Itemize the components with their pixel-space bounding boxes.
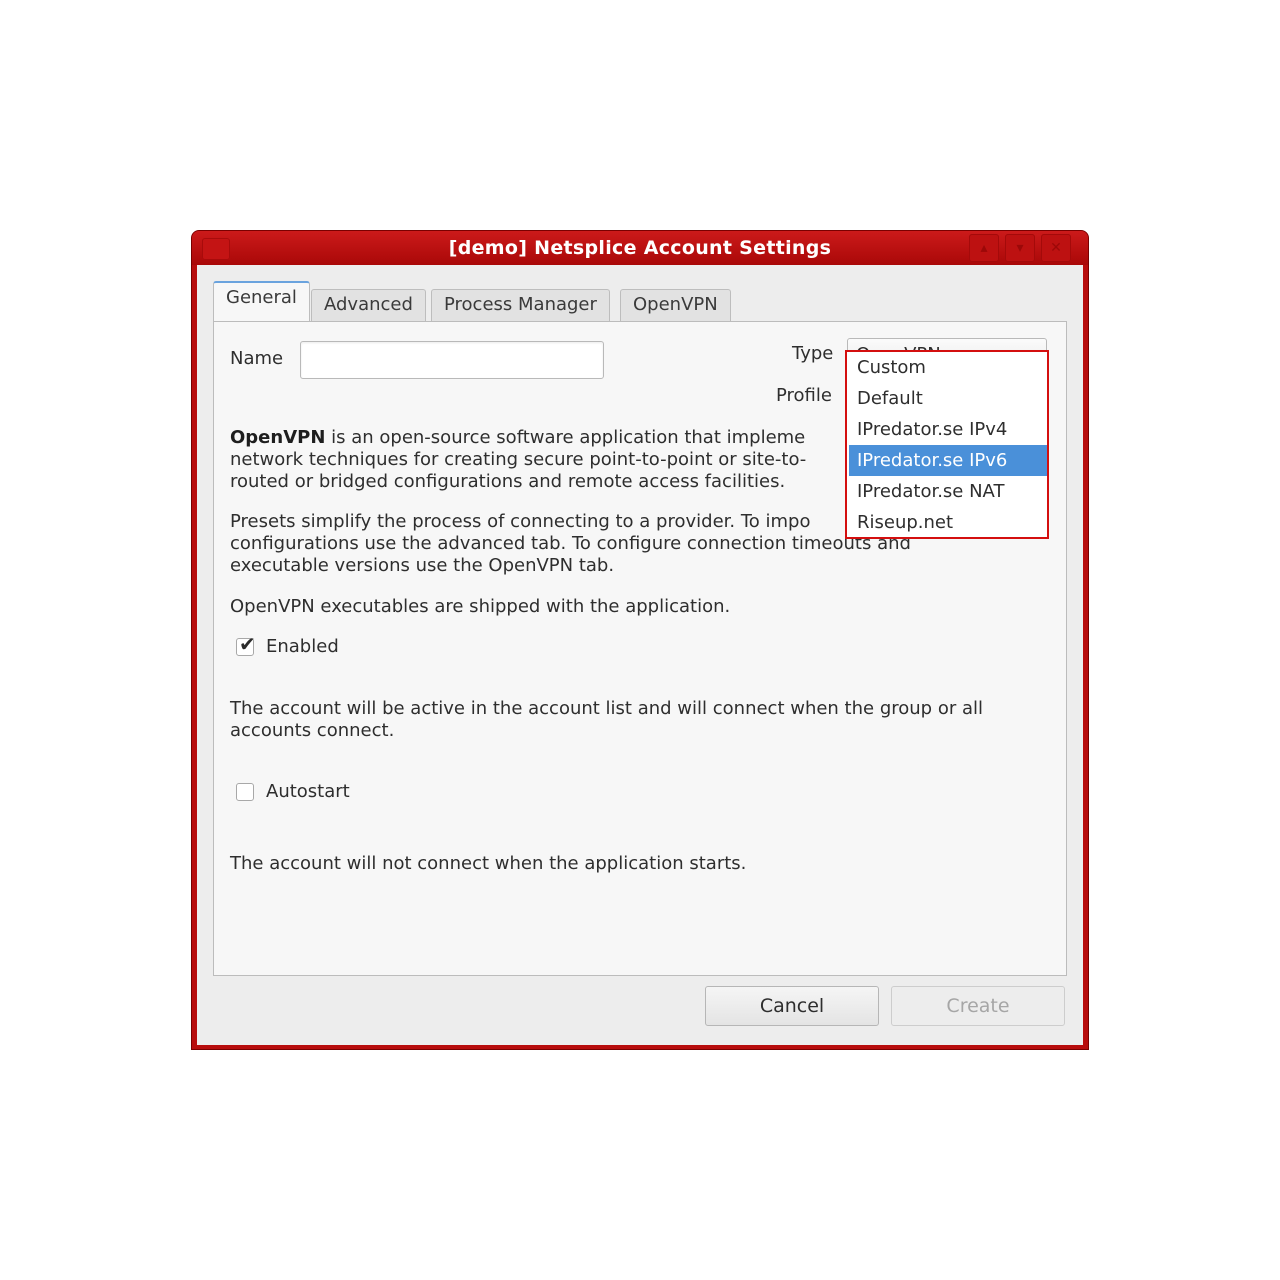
close-icon[interactable]: ✕	[1041, 234, 1071, 262]
title-bar[interactable]: [demo] Netsplice Account Settings ▴ ▾ ✕	[192, 231, 1088, 265]
enabled-checkbox[interactable]: ✔	[236, 633, 256, 656]
autostart-label[interactable]: Autostart	[266, 781, 350, 802]
tab-advanced[interactable]: Advanced	[311, 289, 426, 321]
minimize-icon[interactable]: ▴	[969, 234, 999, 262]
profile-option-custom[interactable]: Custom	[849, 352, 1047, 383]
profile-option-riseup[interactable]: Riseup.net	[849, 507, 1047, 538]
create-button[interactable]: Create	[891, 986, 1065, 1026]
profile-option-ipredator-ipv6[interactable]: IPredator.se IPv6	[849, 445, 1047, 476]
openvpn-bold-name: OpenVPN	[230, 427, 326, 448]
maximize-icon[interactable]: ▾	[1005, 234, 1035, 262]
name-label: Name	[230, 348, 284, 369]
type-label: Type	[792, 343, 834, 364]
profile-dropdown-list: Custom Default IPredator.se IPv4 IPredat…	[845, 350, 1049, 539]
profile-label: Profile	[776, 385, 832, 406]
profile-option-ipredator-ipv4[interactable]: IPredator.se IPv4	[849, 414, 1047, 445]
enabled-help-text: The account will be active in the accoun…	[230, 698, 983, 741]
presets-line-3: executable versions use the OpenVPN tab.	[230, 555, 615, 576]
name-input[interactable]	[300, 341, 604, 379]
tab-openvpn[interactable]: OpenVPN	[620, 289, 731, 321]
autostart-checkbox[interactable]	[236, 783, 254, 801]
autostart-help-text: The account will not connect when the ap…	[230, 853, 747, 874]
openvpn-line-1: is an open-source software application t…	[325, 427, 806, 448]
cancel-button[interactable]: Cancel	[705, 986, 879, 1026]
profile-option-default[interactable]: Default	[849, 383, 1047, 414]
checkmark-icon: ✔	[239, 632, 256, 656]
window-title: [demo] Netsplice Account Settings	[448, 237, 832, 259]
tab-general[interactable]: General	[213, 281, 310, 321]
enabled-label[interactable]: Enabled	[266, 636, 339, 657]
shipped-text: OpenVPN executables are shipped with the…	[230, 596, 731, 617]
profile-option-ipredator-nat[interactable]: IPredator.se NAT	[849, 476, 1047, 507]
tab-process-manager[interactable]: Process Manager	[431, 289, 610, 321]
